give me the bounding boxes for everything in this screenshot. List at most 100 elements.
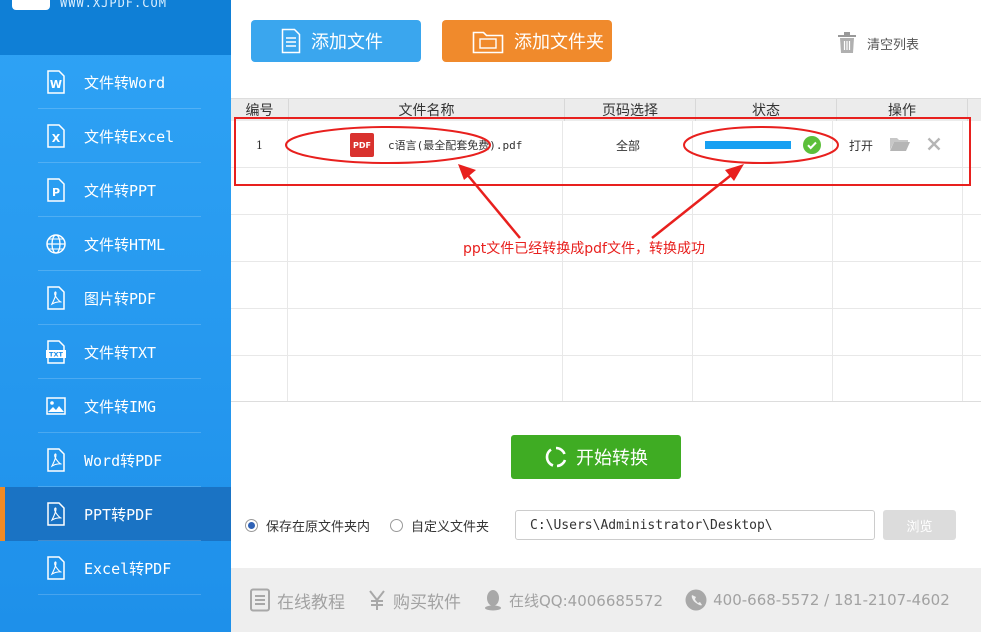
sidebar-item-word-to-pdf[interactable]: Word转PDF: [0, 433, 231, 487]
sidebar-item-label: 文件转HTML: [84, 235, 166, 254]
sidebar-item-ppt-to-pdf[interactable]: PPT转PDF: [0, 487, 231, 541]
sidebar-item-label: PPT转PDF: [84, 505, 154, 524]
save-original-label: 保存在原文件夹内: [266, 519, 371, 535]
table-row: [231, 309, 981, 356]
table-header: 编号 文件名称 页码选择 状态 操作: [231, 99, 981, 121]
pdf-icon: [45, 448, 67, 472]
word-icon: W: [45, 70, 67, 94]
radio-original[interactable]: [245, 518, 258, 532]
sidebar-item-excel-to-pdf[interactable]: Excel转PDF: [0, 541, 231, 595]
save-custom-option[interactable]: 自定义文件夹: [390, 516, 489, 535]
sidebar-item-label: 图片转PDF: [84, 289, 157, 308]
document-icon: [281, 28, 301, 54]
column-header-status: 状态: [696, 99, 837, 121]
table-row: [231, 262, 981, 309]
footer: 在线教程 购买软件 在线QQ:4006685572 400-668-5572 /…: [231, 568, 981, 632]
column-header-actions: 操作: [837, 99, 968, 121]
sidebar-item-image-to-pdf[interactable]: 图片转PDF: [0, 271, 231, 325]
save-original-option[interactable]: 保存在原文件夹内: [245, 516, 370, 535]
table-row: [231, 356, 981, 401]
browse-button[interactable]: 浏览: [883, 510, 956, 540]
file-name-cell: PDF c语言(最全配套免费).pdf: [288, 122, 563, 168]
start-conversion-button[interactable]: 开始转换: [511, 435, 681, 479]
sidebar-item-label: 文件转IMG: [84, 397, 157, 416]
logo-icon: [12, 0, 50, 10]
sidebar-item-label: Excel转PDF: [84, 559, 172, 578]
folder-icon: [472, 28, 504, 54]
footer-qq-label: 在线QQ:4006685572: [509, 591, 664, 610]
ppt-icon: P: [45, 178, 67, 202]
actions-cell: 打开: [833, 122, 981, 168]
footer-qq[interactable]: 在线QQ:4006685572: [483, 589, 663, 611]
sidebar-item-file-to-excel[interactable]: X 文件转Excel: [0, 109, 231, 163]
file-name: c语言(最全配套免费).pdf: [388, 139, 523, 152]
radio-custom[interactable]: [390, 518, 404, 532]
svg-text:W: W: [50, 78, 62, 91]
save-location-row: 保存在原文件夹内 自定义文件夹 浏览: [245, 510, 975, 540]
output-path-input[interactable]: [515, 510, 875, 540]
sidebar-item-label: Word转PDF: [84, 451, 163, 470]
sidebar-item-file-to-ppt[interactable]: P 文件转PPT: [0, 163, 231, 217]
clear-list-label: 清空列表: [867, 37, 920, 53]
pdf-icon: [45, 556, 67, 580]
add-folder-label: 添加文件夹: [514, 32, 604, 53]
svg-text:TXT: TXT: [49, 351, 63, 359]
pdf-file-icon: PDF: [350, 133, 374, 157]
phone-icon: [685, 589, 707, 611]
sidebar-header: WWW.XJPDF.COM: [0, 0, 231, 55]
footer-phone-label: 400-668-5572 / 181-2107-4602: [713, 591, 950, 609]
footer-phone: 400-668-5572 / 181-2107-4602: [685, 589, 950, 611]
pdf-icon: [45, 502, 67, 526]
table-row: [231, 168, 981, 215]
txt-icon: TXT: [45, 340, 67, 364]
sidebar-item-label: 文件转PPT: [84, 181, 157, 200]
book-icon: [249, 588, 271, 612]
column-header-index: 编号: [231, 99, 289, 121]
file-row[interactable]: 1 PDF c语言(最全配套免费).pdf 全部 打开: [231, 122, 981, 168]
annotation-text: ppt文件已经转换成pdf文件，转换成功: [463, 241, 705, 257]
progress-bar: [705, 141, 791, 149]
start-conversion-label: 开始转换: [576, 448, 648, 469]
sidebar-item-file-to-html[interactable]: 文件转HTML: [0, 217, 231, 271]
footer-tutorial-label: 在线教程: [277, 592, 345, 613]
page-selection[interactable]: 全部: [563, 122, 693, 168]
svg-text:P: P: [52, 186, 60, 199]
sidebar-item-label: 文件转Word: [84, 73, 166, 92]
globe-icon: [45, 232, 67, 256]
add-file-label: 添加文件: [311, 32, 383, 53]
sidebar-item-file-to-img[interactable]: 文件转IMG: [0, 379, 231, 433]
trash-icon: [837, 32, 857, 54]
footer-tutorial[interactable]: 在线教程: [249, 588, 345, 613]
svg-text:X: X: [52, 132, 61, 145]
sidebar-item-file-to-word[interactable]: W 文件转Word: [0, 55, 231, 109]
pdf-icon: [45, 286, 67, 310]
column-header-filename: 文件名称: [289, 99, 565, 121]
add-file-button[interactable]: 添加文件: [251, 20, 421, 62]
sidebar-nav: W 文件转Word X 文件转Excel P 文件转PPT 文件转HTML 图片…: [0, 55, 231, 595]
column-header-spacer: [968, 99, 981, 121]
qq-icon: [483, 589, 503, 611]
open-file-link[interactable]: 打开: [849, 137, 873, 154]
sidebar-item-label: 文件转Excel: [84, 127, 175, 146]
open-folder-icon[interactable]: [889, 136, 911, 155]
save-custom-label: 自定义文件夹: [411, 519, 490, 535]
sidebar: WWW.XJPDF.COM W 文件转Word X 文件转Excel P 文件转…: [0, 0, 231, 632]
close-icon[interactable]: [927, 137, 941, 154]
refresh-icon: [544, 445, 568, 469]
status-cell: [693, 122, 833, 168]
main-panel: 添加文件 添加文件夹 清空列表 编号 文件名称 页码选择 状态 操作 1 PDF…: [231, 0, 981, 632]
sidebar-item-label: 文件转TXT: [84, 343, 157, 362]
site-url: WWW.XJPDF.COM: [60, 0, 167, 10]
column-header-pages: 页码选择: [565, 99, 696, 121]
check-circle-icon: [803, 136, 821, 154]
image-icon: [45, 394, 67, 418]
row-index: 1: [256, 138, 263, 152]
add-folder-button[interactable]: 添加文件夹: [442, 20, 612, 62]
footer-buy-label: 购买软件: [393, 592, 461, 613]
footer-buy[interactable]: 购买软件: [367, 588, 461, 613]
clear-list-button[interactable]: 清空列表: [837, 32, 919, 54]
yen-icon: [367, 589, 387, 611]
progress-fill: [705, 141, 791, 149]
excel-icon: X: [45, 124, 67, 148]
sidebar-item-file-to-txt[interactable]: TXT 文件转TXT: [0, 325, 231, 379]
